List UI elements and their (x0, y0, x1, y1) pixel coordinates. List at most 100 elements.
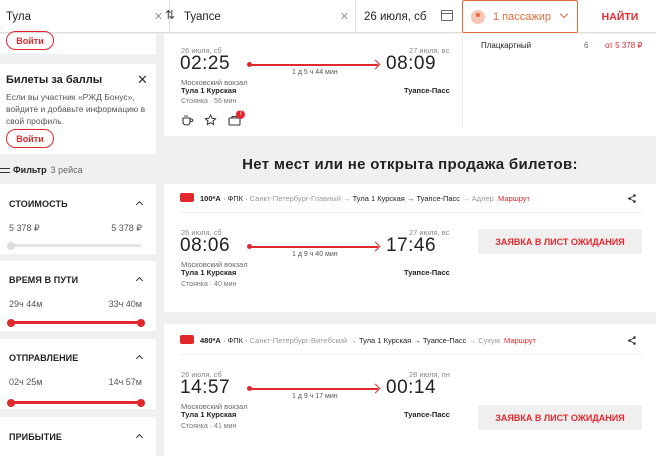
route-seg-from: Тула 1 Курская (352, 194, 405, 203)
route-origin: Санкт-Петербург-Главный (249, 194, 341, 203)
filter-departure-title: ОТПРАВЛЕНИЕ (9, 353, 79, 363)
departure-slider-max-handle[interactable] (137, 398, 145, 407)
from-value: Тула (6, 10, 31, 23)
chevron-down-icon (559, 9, 569, 19)
train-route: 480*А · ФПК · Санкт-Петербург-Витебский … (200, 336, 536, 345)
train-number: 480*А (200, 336, 221, 345)
departure-min: 02ч 25м (9, 377, 43, 387)
stop-duration: Стоянка · 56 мин (181, 98, 237, 105)
duration: 1 д 9 ч 40 мин (292, 251, 338, 258)
carrier: ФПК (227, 336, 243, 345)
duration-slider-max-handle[interactable] (137, 318, 145, 327)
arr-time: 08:09 (386, 53, 437, 74)
chevron-up-icon[interactable] (135, 354, 144, 363)
login-card: Войти (0, 31, 156, 54)
dep-city: Тула 1 Курская (181, 86, 237, 95)
waitlist-button[interactable]: ЗАЯВКА В ЛИСТ ОЖИДАНИЯ (478, 229, 642, 254)
to-value: Туапсе (184, 10, 221, 23)
duration-arrow (247, 386, 378, 391)
divider (180, 354, 642, 355)
duration: 1 д 5 ч 44 мин (292, 69, 338, 76)
share-icon[interactable] (628, 336, 636, 345)
rzd-logo-icon (180, 335, 194, 344)
route-origin: Санкт-Петербург-Витебский (249, 336, 348, 345)
divider (180, 212, 642, 213)
cost-slider-track[interactable] (7, 241, 141, 250)
dep-city: Тула 1 Курская (181, 410, 237, 419)
chevron-up-icon[interactable] (135, 276, 144, 285)
chevron-up-icon[interactable] (135, 200, 144, 209)
seat-type: Плацкартный (481, 41, 532, 50)
train-card: 480*А · ФПК · Санкт-Петербург-Витебский … (164, 324, 656, 456)
date-value: 26 июля, сб (364, 10, 427, 23)
no-seats-heading: Нет мест или не открыта продажа билетов: (242, 156, 578, 173)
duration-arrow (247, 244, 378, 249)
calendar-icon[interactable] (441, 10, 453, 21)
route-link[interactable]: Маршрут (498, 194, 530, 203)
departure-slider-track[interactable] (7, 398, 145, 407)
dep-time: 14:57 (180, 377, 231, 398)
train-number: 100*А (200, 194, 221, 203)
duration: 1 д 9 ч 17 мин (292, 393, 338, 400)
results: 26 июля, сб 02:25 1 д 5 ч 44 мин 27 июля… (164, 34, 656, 456)
waitlist-button[interactable]: ЗАЯВКА В ЛИСТ ОЖИДАНИЯ (478, 405, 642, 430)
route-destination: Сухум (478, 336, 500, 345)
duration-slider-min-handle[interactable] (7, 318, 15, 327)
services-badge: 7 (236, 110, 245, 119)
clear-from-icon[interactable]: ✕ (154, 10, 163, 23)
arr-time: 00:14 (386, 377, 437, 398)
filter-cost: СТОИМОСТЬ 5 378 ₽ 5 378 ₽ (0, 184, 156, 254)
person-icon (471, 9, 485, 24)
route-link[interactable]: Маршрут (504, 336, 536, 345)
passengers-select[interactable]: 1 пассажир (462, 0, 578, 33)
to-field[interactable]: Туапсе ✕ (170, 0, 356, 33)
seat-count: 6 (584, 41, 589, 50)
login-button[interactable]: Войти (6, 31, 54, 50)
route-destination: Адлер (471, 194, 494, 203)
arr-city: Туапсе-Пасс (404, 410, 450, 419)
filter-header[interactable]: Фильтр 3 рейса (0, 165, 83, 175)
find-button[interactable]: НАЙТИ (590, 0, 650, 33)
bonus-login-button[interactable]: Войти (6, 129, 54, 148)
filter-icon (0, 166, 10, 175)
filter-duration: ВРЕМЯ В ПУТИ 29ч 44м 33ч 40м (0, 261, 156, 331)
cost-max: 5 378 ₽ (111, 223, 142, 233)
from-field[interactable]: Тула ✕ (0, 0, 170, 33)
carrier: ФПК (227, 194, 243, 203)
passengers-label: 1 пассажир (493, 10, 551, 23)
dep-city: Тула 1 Курская (181, 268, 237, 277)
close-icon[interactable]: ✕ (137, 72, 148, 88)
train-route: 100*А · ФПК · Санкт-Петербург-Главный → … (200, 194, 530, 203)
share-icon[interactable] (628, 194, 636, 203)
route-seg-from: Тула 1 Курская (358, 336, 412, 345)
duration-arrow (247, 62, 378, 67)
cost-slider-handle[interactable] (7, 241, 15, 250)
train-card: 100*А · ФПК · Санкт-Петербург-Главный → … (164, 184, 656, 312)
route-seg-to: Туапсе-Пасс (416, 194, 461, 203)
search-bar: Тула ✕ ⇅ Туапсе ✕ 26 июля, сб 1 пассажир… (0, 0, 656, 33)
chevron-up-icon[interactable] (135, 433, 144, 442)
seat-class-box[interactable]: Плацкартный 6 от 5 378 ₽ (462, 34, 656, 128)
duration-min: 29ч 44м (9, 299, 43, 309)
clear-to-icon[interactable]: ✕ (340, 10, 349, 23)
filter-arrival-title: ПРИБЫТИЕ (9, 432, 62, 442)
rzd-logo-icon (180, 193, 194, 202)
bonus-title: Билеты за баллы (6, 74, 103, 86)
departure-slider-min-handle[interactable] (7, 398, 15, 407)
coffee-icon (182, 115, 194, 126)
seat-price: от 5 378 ₽ (605, 41, 643, 50)
duration-slider-track[interactable] (7, 318, 145, 327)
route-seg-to: Туапсе-Пасс (422, 336, 467, 345)
filter-cost-title: СТОИМОСТЬ (9, 199, 68, 209)
arr-time: 17:46 (386, 235, 437, 256)
cost-min: 5 378 ₽ (9, 223, 40, 233)
sidebar: Войти Билеты за баллы ✕ Если вы участник… (0, 31, 156, 456)
stop-duration: Стоянка · 40 мин (181, 281, 237, 288)
arr-city: Туапсе-Пасс (404, 268, 450, 277)
star-icon (204, 114, 217, 126)
filter-arrival: ПРИБЫТИЕ (0, 417, 156, 456)
arr-city: Туапсе-Пасс (404, 86, 450, 95)
bonus-text: Если вы участник «РЖД Бонус», войдите и … (6, 92, 146, 126)
filter-departure: ОТПРАВЛЕНИЕ 02ч 25м 14ч 57м (0, 339, 156, 409)
departure-max: 14ч 57м (108, 377, 142, 387)
